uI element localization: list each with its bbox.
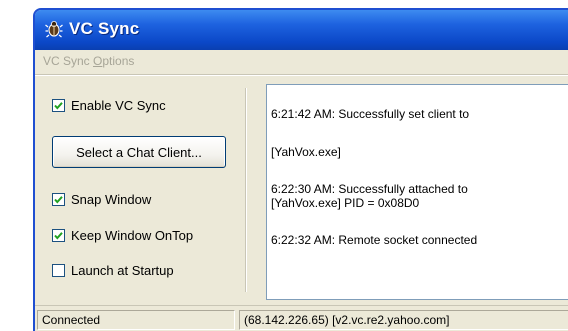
- log-line: 6:22:30 AM: Successfully attached to: [271, 182, 468, 196]
- log-line: 6:22:32 AM: Remote socket connected: [271, 233, 478, 247]
- status-bar: Connected (68.142.226.65) [v2.vc.re2.yah…: [35, 305, 568, 331]
- panel-divider: [245, 88, 247, 292]
- status-pane-connection: Connected: [37, 310, 235, 330]
- checkbox-box: [52, 192, 65, 206]
- log-output[interactable]: 6:21:42 AM: Successfully set client to […: [266, 84, 568, 300]
- menu-bar: VC Sync Options: [35, 50, 568, 74]
- checkbox-box: [52, 228, 65, 242]
- log-line: [YahVox.exe]: [271, 145, 341, 159]
- title-bar[interactable]: VC Sync: [35, 10, 568, 50]
- snap-window-checkbox[interactable]: Snap Window: [52, 189, 151, 209]
- checkbox-box: [52, 263, 65, 277]
- menu-access-key: O: [93, 54, 103, 68]
- options-panel: Enable VC Sync Select a Chat Client... S…: [35, 76, 245, 300]
- window-title: VC Sync: [69, 19, 140, 38]
- menu-label-suffix: ptions: [102, 54, 135, 68]
- vc-sync-window: VC Sync VC Sync Options Enable VC Sync S…: [33, 8, 568, 331]
- launch-at-startup-label: Launch at Startup: [71, 262, 174, 278]
- log-line: 6:21:42 AM: Successfully set client to: [271, 107, 470, 121]
- menu-label-prefix: VC Sync: [43, 54, 94, 68]
- status-pane-server: (68.142.226.65) [v2.vc.re2.yahoo.com]: [239, 310, 568, 330]
- check-mark-icon: [54, 231, 63, 239]
- check-mark-icon: [54, 101, 63, 109]
- keep-window-ontop-label: Keep Window OnTop: [71, 227, 194, 243]
- server-address: (68.142.226.65) [v2.vc.re2.yahoo.com]: [244, 313, 450, 327]
- launch-at-startup-checkbox[interactable]: Launch at Startup: [52, 260, 174, 280]
- enable-vc-sync-checkbox[interactable]: Enable VC Sync: [52, 95, 166, 115]
- checkbox-box: [52, 98, 65, 112]
- log-line: [YahVox.exe] PID = 0x08D0: [271, 196, 420, 210]
- select-chat-client-button[interactable]: Select a Chat Client...: [52, 136, 226, 168]
- snap-window-label: Snap Window: [71, 191, 152, 207]
- bug-icon: [45, 21, 63, 38]
- menu-vc-sync-options[interactable]: VC Sync Options: [43, 54, 134, 68]
- enable-vc-sync-label: Enable VC Sync: [71, 97, 166, 113]
- check-mark-icon: [54, 195, 63, 203]
- keep-window-ontop-checkbox[interactable]: Keep Window OnTop: [52, 225, 193, 245]
- connection-status: Connected: [42, 313, 101, 327]
